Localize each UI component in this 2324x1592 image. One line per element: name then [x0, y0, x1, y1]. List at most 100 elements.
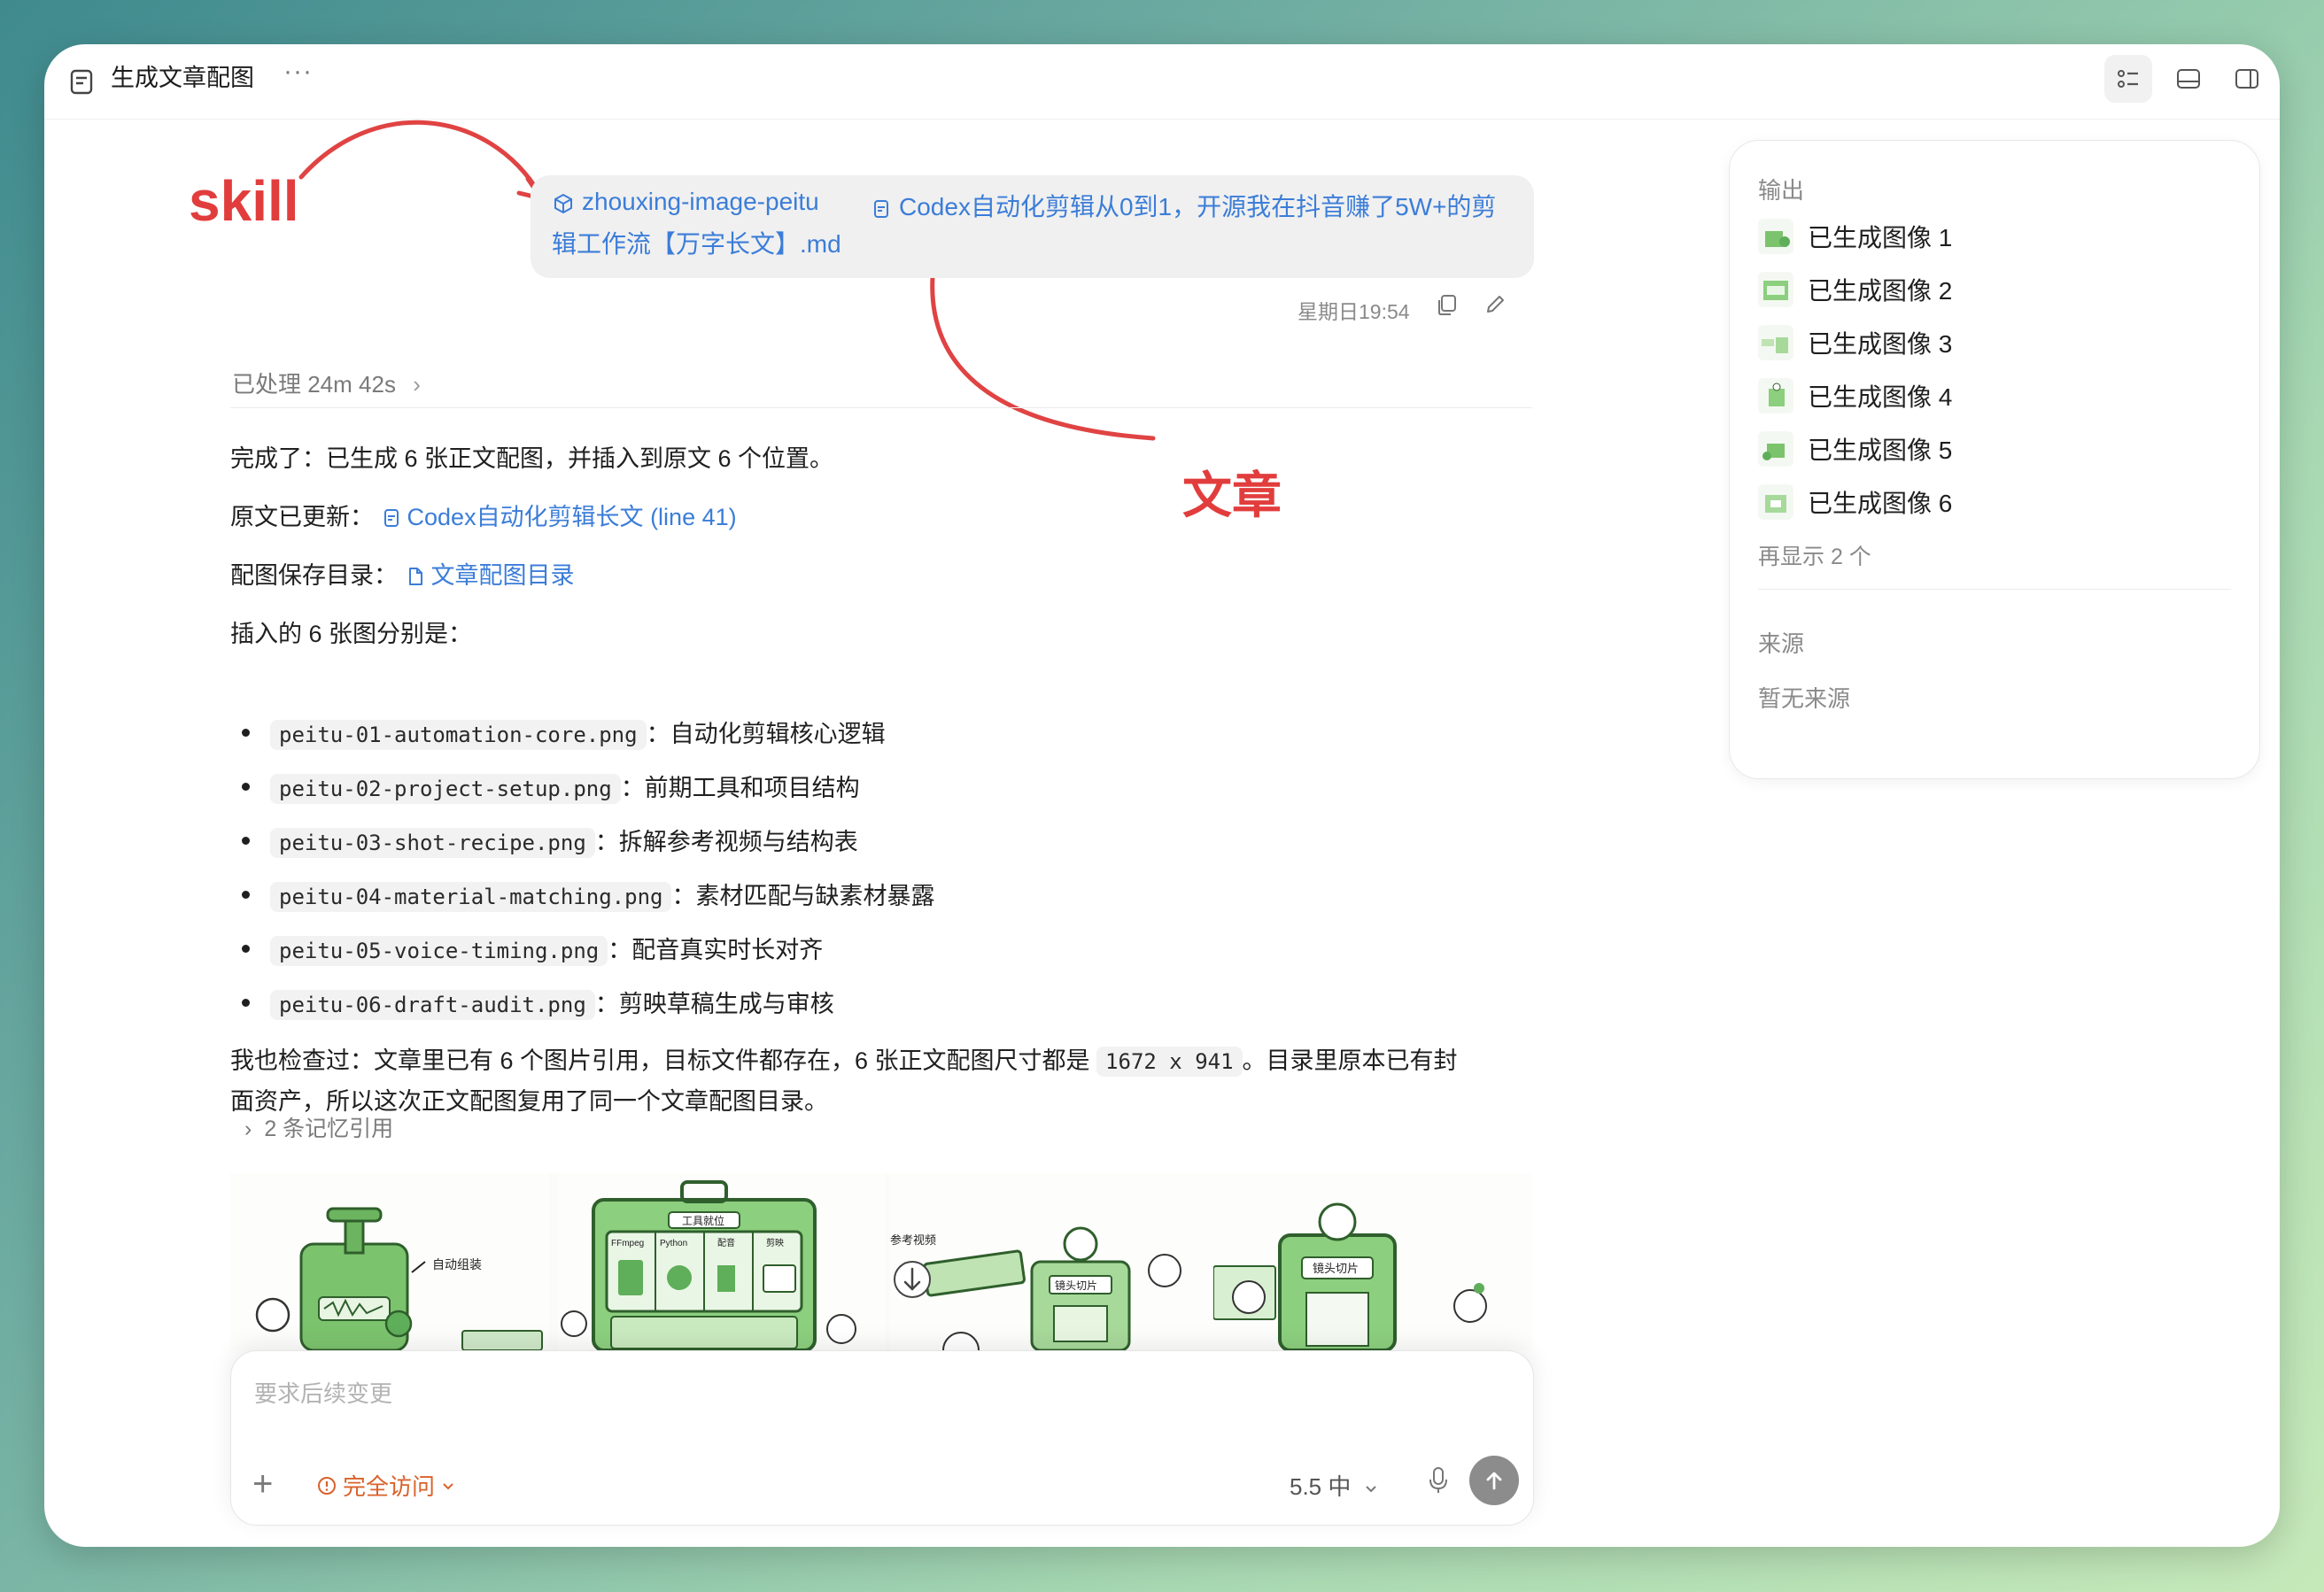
message-timestamp: 星期日19:54 — [1298, 300, 1410, 323]
image-3-label-b: 镜头切片 — [1055, 1279, 1097, 1292]
processed-toggle[interactable]: 已处理 24m 42s › — [232, 367, 421, 399]
list-item: peitu-01-automation-core.png ：自动化剪辑核心逻辑 — [270, 715, 886, 750]
chevron-right-icon: › — [244, 1117, 252, 1141]
output-item[interactable]: 已生成图像 1 — [1758, 217, 1952, 256]
filename-code: peitu-04-material-matching.png — [270, 882, 672, 912]
file-chip-line2[interactable]: 辑工作流【万字长文】.md — [552, 225, 841, 260]
list-item: peitu-03-shot-recipe.png ：拆解参考视频与结构表 — [270, 823, 858, 858]
chevron-down-icon — [1365, 1486, 1376, 1493]
image-thumbnail — [1758, 378, 1793, 413]
output-item-label: 已生成图像 3 — [1808, 330, 1953, 358]
toggle-bottom-panel-button[interactable] — [2165, 55, 2212, 103]
size-code: 1672 x 941 — [1096, 1047, 1243, 1077]
message-composer: + 完全访问 5.5 中 — [230, 1350, 1534, 1526]
generated-image-3[interactable]: 参考视频 镜头切片 — [890, 1173, 1218, 1350]
item-desc: ：拆解参考视频与结构表 — [594, 829, 858, 855]
image-2-tool-4: 剪映 — [766, 1237, 784, 1248]
output-item[interactable]: 已生成图像 2 — [1758, 270, 1952, 309]
check-post: 。目录里原本已有封 — [1242, 1047, 1458, 1074]
show-more-button[interactable]: 再显示 2 个 — [1758, 539, 1871, 571]
output-item[interactable]: 已生成图像 6 — [1758, 483, 1952, 522]
bullet — [242, 837, 250, 845]
filename-code: peitu-02-project-setup.png — [270, 774, 621, 804]
side-panel-icon — [2235, 69, 2258, 89]
list-item: peitu-06-draft-audit.png ：剪映草稿生成与审核 — [270, 985, 834, 1020]
image-thumbnail — [1758, 431, 1793, 467]
add-attachment-button[interactable]: + — [252, 1466, 273, 1502]
bullet — [242, 729, 250, 737]
generated-image-4[interactable]: 镜头切片 — [1213, 1173, 1532, 1350]
image-3-label-a: 参考视频 — [890, 1233, 936, 1247]
output-side-panel: 输出 已生成图像 1 已生成图像 2 已生成图像 3 已生成图像 4 已生成图像… — [1729, 140, 2260, 779]
output-item[interactable]: 已生成图像 5 — [1758, 429, 1952, 468]
annotation-article-label: 文章 — [1182, 468, 1282, 523]
generated-image-1[interactable]: 自动组装 — [230, 1173, 549, 1350]
filename-code: peitu-03-shot-recipe.png — [270, 828, 595, 858]
edit-icon[interactable] — [1481, 290, 1509, 319]
output-item-label: 已生成图像 5 — [1808, 437, 1953, 464]
skill-chip[interactable]: zhouxing-image-peitu — [552, 188, 819, 216]
app-window: 生成文章配图 ··· skill 文章 zhouxing-image-peitu… — [44, 44, 2280, 1547]
access-mode-dropdown[interactable]: 完全访问 — [316, 1469, 456, 1502]
send-button[interactable] — [1469, 1456, 1519, 1505]
memory-label: 2 条记忆引用 — [264, 1117, 394, 1141]
output-item-label: 已生成图像 1 — [1808, 224, 1953, 251]
divider — [1758, 589, 2231, 590]
dir-row: 配图保存目录： 文章配图目录 — [230, 556, 575, 591]
updated-link-text: Codex自动化剪辑长文 (line 41) — [407, 504, 737, 530]
document-icon — [874, 199, 888, 218]
chevron-right-icon: › — [413, 371, 421, 398]
microphone-icon[interactable] — [1425, 1464, 1452, 1496]
document-icon — [70, 69, 93, 95]
item-desc: ：前期工具和项目结构 — [620, 775, 860, 801]
copy-icon[interactable] — [1433, 290, 1461, 319]
bottom-panel-icon — [2177, 69, 2200, 89]
follow-up-input[interactable] — [252, 1371, 1496, 1417]
image-2-tool-3: 配音 — [717, 1237, 735, 1248]
arrow-up-icon — [1486, 1472, 1502, 1490]
output-item[interactable]: 已生成图像 3 — [1758, 323, 1952, 362]
alert-circle-icon — [318, 1476, 336, 1495]
updated-label: 原文已更新： — [230, 504, 374, 530]
toggle-side-panel-button[interactable] — [2223, 55, 2271, 103]
done-text: 完成了：已生成 6 张正文配图，并插入到原文 6 个位置。 — [230, 445, 834, 472]
image-thumbnail — [1758, 484, 1793, 520]
dir-link-text: 文章配图目录 — [430, 562, 575, 589]
dir-link[interactable]: 文章配图目录 — [405, 562, 575, 589]
output-item[interactable]: 已生成图像 4 — [1758, 376, 1952, 415]
toggle-outline-button[interactable] — [2104, 55, 2152, 103]
item-desc: ：配音真实时长对齐 — [608, 937, 824, 963]
output-heading: 输出 — [1758, 177, 1805, 204]
item-desc: ：剪映草稿生成与审核 — [594, 991, 834, 1017]
model-selector[interactable]: 5.5 中 — [1290, 1469, 1379, 1502]
list-icon — [2118, 70, 2138, 88]
document-icon — [383, 509, 399, 527]
no-source-text: 暂无来源 — [1758, 685, 1851, 712]
list-item: peitu-02-project-setup.png ：前期工具和项目结构 — [270, 769, 860, 804]
generated-images-strip: 自动组装 工具就位 FFmpeg Python 配音 剪映 参考视频 镜头切片 … — [230, 1173, 1532, 1350]
file-chip[interactable]: Codex自动化剪辑从0到1，开源我在抖音赚了5W+的剪 — [871, 188, 1496, 223]
cube-icon — [554, 193, 572, 213]
user-message-bubble: zhouxing-image-peitu Codex自动化剪辑从0到1，开源我在… — [531, 175, 1534, 278]
page-title: 生成文章配图 — [111, 65, 254, 91]
more-menu-button[interactable]: ··· — [283, 57, 313, 87]
skill-chip-label: zhouxing-image-peitu — [582, 188, 819, 215]
access-mode-label: 完全访问 — [343, 1473, 436, 1500]
generated-image-2[interactable]: 工具就位 FFmpeg Python 配音 剪映 — [558, 1173, 886, 1350]
list-intro: 插入的 6 张图分别是： — [230, 621, 473, 647]
bullet — [242, 945, 250, 953]
image-2-title: 工具就位 — [682, 1214, 724, 1227]
image-thumbnail — [1758, 219, 1793, 254]
list-item: peitu-04-material-matching.png ：素材匹配与缺素材暴… — [270, 877, 935, 912]
memory-toggle[interactable]: › 2 条记忆引用 — [244, 1111, 393, 1143]
item-desc: ：素材匹配与缺素材暴露 — [671, 883, 935, 909]
output-item-label: 已生成图像 2 — [1808, 277, 1953, 305]
updated-file-link[interactable]: Codex自动化剪辑长文 (line 41) — [381, 504, 737, 530]
annotation-skill-label: skill — [189, 169, 299, 233]
chevron-down-icon — [443, 1482, 453, 1489]
check-pre: 我也检查过：文章里已有 6 个图片引用，目标文件都存在，6 张正文配图尺寸都是 — [230, 1047, 1097, 1074]
image-thumbnail — [1758, 272, 1793, 307]
updated-row: 原文已更新： Codex自动化剪辑长文 (line 41) — [230, 498, 737, 532]
filename-code: peitu-01-automation-core.png — [270, 720, 647, 750]
bullet — [242, 783, 250, 791]
